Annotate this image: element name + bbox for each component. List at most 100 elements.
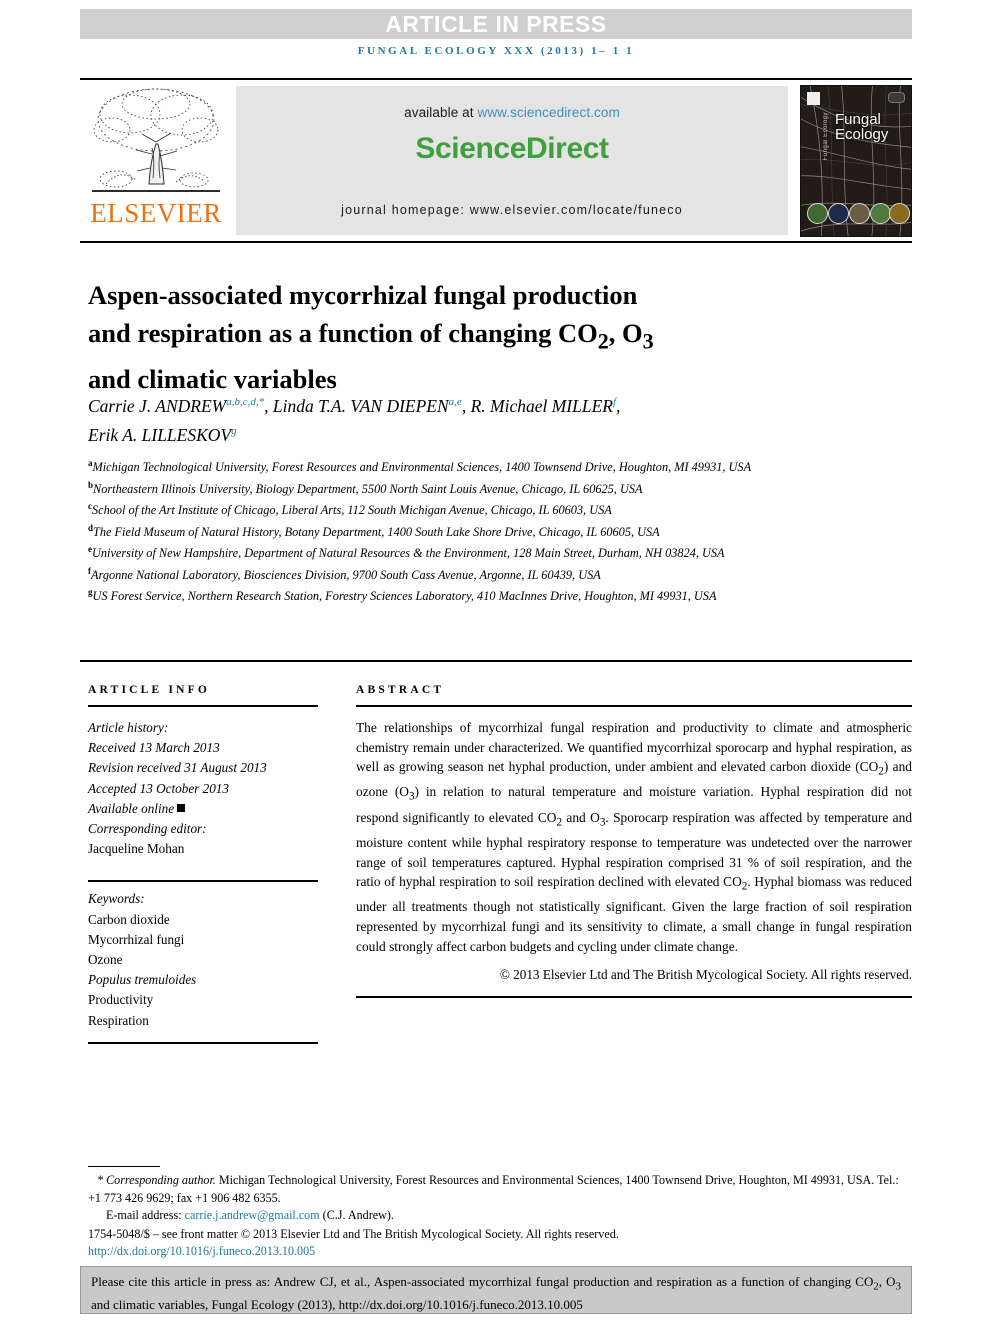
cover-photo-3: [849, 202, 870, 224]
corresponding-author-footnote: * Corresponding author. Michigan Technol…: [88, 1172, 912, 1207]
keyword-item[interactable]: Respiration: [88, 1011, 318, 1031]
elsevier-logo: ELSEVIER: [80, 80, 232, 241]
author-affil-marks[interactable]: a,e: [449, 396, 462, 408]
cover-photo-2: [828, 202, 849, 224]
keyword-item[interactable]: Mycorrhizal fungi: [88, 930, 318, 950]
front-matter-line: 1754-5048/$ – see front matter © 2013 El…: [88, 1226, 619, 1241]
keywords-label: Keywords:: [88, 891, 145, 907]
affiliation-list: aMichigan Technological University, Fore…: [88, 455, 863, 606]
sciencedirect-wordmark[interactable]: ScienceDirect: [415, 132, 609, 166]
page-title: Aspen-associated mycorrhizal fungal prod…: [88, 276, 788, 398]
cover-title-line2: Ecology: [835, 125, 889, 143]
elsevier-wordmark: ELSEVIER: [90, 198, 222, 228]
cover-photo-1: [807, 202, 828, 224]
author-name: R. Michael MILLER: [470, 395, 613, 416]
available-online-placeholder-square: [177, 803, 186, 812]
journal-homepage-line[interactable]: journal homepage: www.elsevier.com/locat…: [341, 203, 683, 217]
affiliation-text: University of New Hampshire, Department …: [92, 546, 725, 561]
title-sub-co2: 2: [597, 328, 609, 354]
article-info-panel: ARTICLE INFO Article history: Received 1…: [88, 684, 318, 1044]
cite-this-article-box: Please cite this article in press as: An…: [80, 1266, 912, 1314]
revision-received-date: Revision received 31 August 2013: [88, 760, 267, 776]
journal-running-head: FUNGAL ECOLOGY XXX (2013) 1– 1 1: [357, 45, 635, 57]
section-divider-main: [80, 660, 912, 662]
author-name: Linda T.A. VAN DIEPEN: [272, 395, 449, 416]
keyword-item[interactable]: Populus tremuloides: [88, 970, 318, 990]
keyword-item[interactable]: Productivity: [88, 990, 318, 1010]
affiliation-text: School of the Art Institute of Chicago, …: [92, 503, 612, 518]
email-footnote: E-mail address: carrie.j.andrew@gmail.co…: [88, 1207, 912, 1225]
abstract-bottom-rule: [356, 996, 912, 999]
available-at-prefix: available at: [404, 105, 478, 120]
abstract-part-4: and O: [562, 809, 600, 825]
keywords-block: Keywords: Carbon dioxide Mycorrhizal fun…: [88, 880, 318, 1030]
affiliation-text: US Forest Service, Northern Research Sta…: [92, 589, 717, 604]
cite-part-b: , O: [878, 1274, 896, 1289]
sciencedirect-band: available at www.sciencedirect.com Scien…: [236, 86, 788, 235]
article-info-rule: [88, 705, 318, 707]
author-sep: ,: [461, 395, 471, 416]
corresponding-editor-name: Jacqueline Mohan: [88, 841, 185, 857]
journal-article-first-page: ARTICLE IN PRESS FUNGAL ECOLOGY XXX (201…: [0, 0, 992, 1323]
affiliation-item: gUS Forest Service, Northern Research St…: [88, 584, 863, 606]
affiliation-text: Michigan Technological University, Fores…: [92, 460, 752, 475]
affiliation-text: Northeastern Illinois University, Biolog…: [93, 481, 643, 496]
title-sub-o3: 3: [642, 328, 654, 354]
available-online-line: Available online: [88, 799, 318, 819]
article-info-bottom-rule: [88, 1041, 318, 1044]
title-line-1: Aspen-associated mycorrhizal fungal prod…: [88, 279, 638, 310]
affiliation-text: The Field Museum of Natural History, Bot…: [93, 524, 660, 539]
cite-part-c: and climatic variables, Fungal Ecology (…: [91, 1296, 583, 1312]
corresponding-author-label: Corresponding author.: [106, 1173, 216, 1187]
title-line-2b: , O: [608, 317, 643, 348]
abstract-copyright: © 2013 Elsevier Ltd and The British Myco…: [499, 967, 912, 983]
article-in-press-banner: ARTICLE IN PRESS: [80, 9, 912, 39]
cover-spine-text: Fungal Ecology: [823, 111, 829, 160]
author-name: Erik A. LILLESKOV: [88, 424, 232, 445]
sciencedirect-url-link[interactable]: www.sciencedirect.com: [477, 105, 619, 120]
title-line-2a: and respiration as a function of changin…: [88, 317, 598, 348]
email-owner: (C.J. Andrew).: [322, 1208, 394, 1223]
keyword-item[interactable]: Ozone: [88, 950, 318, 970]
corresponding-editor-label: Corresponding editor:: [88, 821, 207, 837]
affiliation-item: fArgonne National Laboratory, Bioscience…: [88, 563, 863, 585]
footnote-block: * Corresponding author. Michigan Technol…: [88, 1172, 912, 1261]
abstract-heading: ABSTRACT: [356, 684, 445, 696]
cover-publisher-mark: [807, 91, 820, 105]
keyword-item[interactable]: Carbon dioxide: [88, 910, 318, 930]
email-link[interactable]: carrie.j.andrew@gmail.com: [185, 1208, 320, 1222]
cover-photo-5: [889, 202, 910, 224]
cite-part-a: Please cite this article in press as: An…: [91, 1274, 874, 1289]
received-date: Received 13 March 2013: [88, 740, 220, 756]
cover-title: Fungal Ecology: [835, 112, 888, 142]
email-label: E-mail address:: [106, 1208, 182, 1223]
author-affil-marks[interactable]: a,b,c,d,*: [226, 396, 264, 408]
article-history-label: Article history:: [88, 720, 169, 735]
article-in-press-label: ARTICLE IN PRESS: [385, 10, 607, 37]
available-online-label: Available online: [88, 800, 175, 816]
affiliation-item: cSchool of the Art Institute of Chicago,…: [88, 498, 863, 520]
cite-text: Please cite this article in press as: An…: [91, 1273, 901, 1314]
article-info-heading: ARTICLE INFO: [88, 684, 211, 696]
available-at-line: available at www.sciencedirect.com: [404, 105, 620, 120]
affiliation-text: Argonne National Laboratory, Biosciences…: [91, 567, 601, 582]
affiliation-item: bNortheastern Illinois University, Biolo…: [88, 477, 863, 499]
author-sep: ,: [616, 395, 621, 416]
cover-photo-4: [870, 202, 891, 224]
abstract-part-1: The relationships of mycorrhizal fungal …: [356, 720, 912, 775]
author-sep: ,: [264, 395, 273, 416]
journal-cover-image: Fungal Ecology Fungal Ecology: [800, 84, 912, 237]
affiliation-item: dThe Field Museum of Natural History, Bo…: [88, 520, 863, 542]
footnote-separator: [88, 1166, 160, 1167]
accepted-date: Accepted 13 October 2013: [88, 780, 229, 796]
journal-cover-thumbnail: Fungal Ecology Fungal Ecology: [794, 80, 912, 241]
author-affil-marks[interactable]: g: [231, 425, 237, 437]
abstract-rule: [356, 705, 912, 707]
cover-title-line1: Fungal: [835, 110, 881, 128]
keywords-rule: [88, 880, 318, 883]
cite-sub-o3: 3: [895, 1280, 901, 1293]
doi-link[interactable]: http://dx.doi.org/10.1016/j.funeco.2013.…: [88, 1243, 912, 1261]
affiliation-item: aMichigan Technological University, Fore…: [88, 455, 863, 477]
affiliation-item: eUniversity of New Hampshire, Department…: [88, 541, 863, 563]
cover-society-badge: [888, 91, 905, 103]
